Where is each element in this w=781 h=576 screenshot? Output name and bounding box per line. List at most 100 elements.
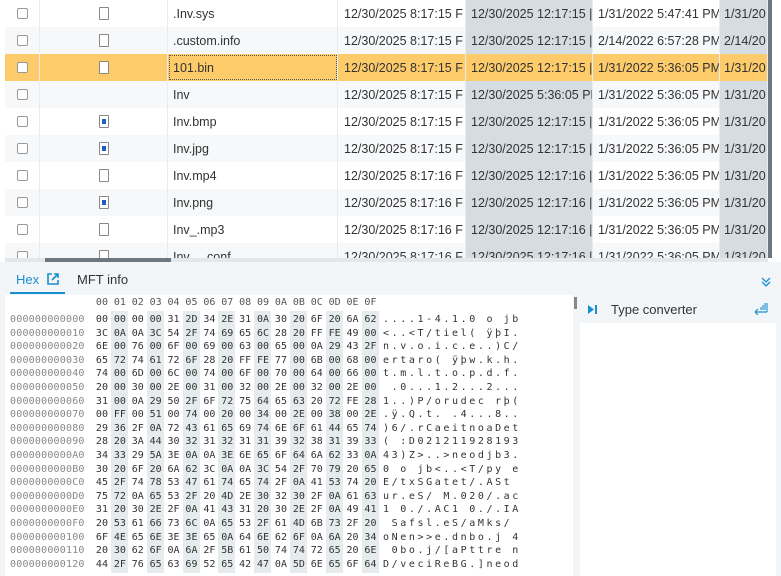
- hex-byte[interactable]: 53: [326, 476, 344, 490]
- hex-byte[interactable]: 61: [200, 476, 218, 490]
- hex-byte[interactable]: 20: [147, 463, 165, 477]
- hex-byte[interactable]: 00: [129, 408, 147, 422]
- hex-byte[interactable]: 75: [93, 490, 111, 504]
- hex-byte[interactable]: 6D: [129, 367, 147, 381]
- row-checkbox-cell[interactable]: [5, 81, 40, 108]
- hex-byte[interactable]: 31: [165, 313, 183, 327]
- hex-row[interactable]: 000000000120 44 2F 76 65 63 69 52 65 42 47 0A 5D 6E 65…: [5, 558, 565, 572]
- hex-byte[interactable]: 00: [326, 381, 344, 395]
- hex-byte[interactable]: 3E: [183, 531, 201, 545]
- hex-row[interactable]: 000000000020 6E 00 76 00 6F 00 69 00 63 00 65 00 0A 29…: [5, 340, 565, 354]
- hex-byte[interactable]: 72: [308, 544, 326, 558]
- hex-byte[interactable]: 00: [290, 367, 308, 381]
- hex-byte[interactable]: 33: [344, 449, 362, 463]
- play-step-icon[interactable]: [588, 304, 597, 314]
- hex-byte[interactable]: 61: [236, 544, 254, 558]
- hex-byte[interactable]: 38: [326, 408, 344, 422]
- hex-byte[interactable]: 72: [111, 354, 129, 368]
- hex-byte[interactable]: 30: [129, 503, 147, 517]
- hex-ascii[interactable]: oNen>>e.dnbo.j 4: [383, 531, 521, 545]
- hex-byte[interactable]: 62: [183, 463, 201, 477]
- hex-byte[interactable]: 34: [93, 449, 111, 463]
- hex-byte[interactable]: 3E: [165, 531, 183, 545]
- hex-row[interactable]: 0000000000D0 75 72 0A 65 53 2F 20 4D 2E 30 32 30 2F 0A…: [5, 490, 565, 504]
- hex-byte[interactable]: 0A: [308, 340, 326, 354]
- hex-byte[interactable]: 29: [129, 449, 147, 463]
- vertical-scrollbar[interactable]: [768, 0, 772, 258]
- hex-row[interactable]: 000000000060 31 00 0A 29 50 2F 6F 72 75 64 65 63 20 72…: [5, 395, 565, 409]
- hex-byte[interactable]: 00: [362, 327, 380, 341]
- hex-byte[interactable]: 74: [183, 408, 201, 422]
- hex-viewer[interactable]: 00 01 02 03 04 05 06 07 08 09 0A 0B 0C 0D 0E 0F 00000000…: [5, 295, 573, 576]
- hex-byte[interactable]: 6B: [308, 517, 326, 531]
- hex-byte[interactable]: 70: [308, 463, 326, 477]
- hex-byte[interactable]: 2E: [165, 381, 183, 395]
- hex-byte[interactable]: 0A: [362, 449, 380, 463]
- hex-byte[interactable]: 49: [344, 503, 362, 517]
- hex-byte[interactable]: 2E: [362, 408, 380, 422]
- hex-byte[interactable]: 00: [362, 367, 380, 381]
- hex-byte[interactable]: 2F: [165, 503, 183, 517]
- row-checkbox[interactable]: [16, 143, 28, 154]
- hex-byte[interactable]: 0A: [308, 531, 326, 545]
- hex-byte[interactable]: 3C: [200, 463, 218, 477]
- hex-byte[interactable]: 5A: [147, 449, 165, 463]
- hex-byte[interactable]: 51: [147, 408, 165, 422]
- hex-byte[interactable]: 31: [200, 381, 218, 395]
- hex-ascii[interactable]: 43)Z>..>neodjb3.: [383, 449, 521, 463]
- hex-byte[interactable]: 00: [272, 408, 290, 422]
- hex-byte[interactable]: 49: [344, 327, 362, 341]
- hex-ascii[interactable]: t.m.l.t.o.p.d.f.: [383, 367, 521, 381]
- hex-row[interactable]: 000000000010 3C 0A 0A 3C 54 2F 74 69 65 6C 28 20 FF FE…: [5, 327, 565, 341]
- name-cell[interactable]: Inv.png: [168, 189, 338, 216]
- hex-byte[interactable]: 2F: [111, 558, 129, 572]
- hex-byte[interactable]: 2F: [200, 544, 218, 558]
- hex-byte[interactable]: 73: [165, 517, 183, 531]
- table-row[interactable]: Inv.bmp 12/30/2025 8:17:15 F 12/30/2025 …: [5, 108, 768, 135]
- hex-byte[interactable]: 0A: [200, 449, 218, 463]
- hex-byte[interactable]: 2F: [290, 463, 308, 477]
- hex-byte[interactable]: 63: [165, 558, 183, 572]
- hex-byte[interactable]: 6A: [344, 313, 362, 327]
- hex-byte[interactable]: 62: [129, 544, 147, 558]
- hex-row[interactable]: 000000000080 29 36 2F 0A 72 43 61 65 69 74 6E 6F 61 44…: [5, 422, 565, 436]
- row-checkbox-cell[interactable]: [5, 135, 40, 162]
- hex-byte[interactable]: 6F: [183, 354, 201, 368]
- hex-byte[interactable]: 65: [218, 517, 236, 531]
- hex-byte[interactable]: 63: [362, 490, 380, 504]
- hex-byte[interactable]: 00: [326, 367, 344, 381]
- hex-byte[interactable]: 53: [165, 490, 183, 504]
- hex-byte[interactable]: 6E: [236, 449, 254, 463]
- hex-byte[interactable]: 34: [362, 531, 380, 545]
- hex-byte[interactable]: 00: [111, 395, 129, 409]
- hex-byte[interactable]: 64: [308, 367, 326, 381]
- hex-byte[interactable]: FE: [326, 327, 344, 341]
- hex-byte[interactable]: 63: [290, 395, 308, 409]
- hex-byte[interactable]: 2F: [308, 490, 326, 504]
- hex-byte[interactable]: 64: [254, 395, 272, 409]
- hex-byte[interactable]: 69: [236, 422, 254, 436]
- hex-byte[interactable]: FE: [344, 395, 362, 409]
- name-cell[interactable]: Inv.mp4: [168, 162, 338, 189]
- hex-byte[interactable]: 74: [200, 367, 218, 381]
- hex-byte[interactable]: 61: [344, 490, 362, 504]
- hex-byte[interactable]: 20: [200, 490, 218, 504]
- hex-byte[interactable]: 0A: [236, 463, 254, 477]
- hex-row[interactable]: 0000000000B0 30 20 6F 20 6A 62 3C 0A 0A 3C 54 2F 70 79…: [5, 463, 565, 477]
- hex-byte[interactable]: 00: [290, 381, 308, 395]
- hex-byte[interactable]: 72: [165, 354, 183, 368]
- hex-byte[interactable]: 0A: [129, 395, 147, 409]
- hex-byte[interactable]: 72: [165, 422, 183, 436]
- hex-byte[interactable]: 79: [326, 463, 344, 477]
- name-cell[interactable]: Inv.bmp: [168, 108, 338, 135]
- hex-byte[interactable]: 00: [111, 381, 129, 395]
- hex-byte[interactable]: 41: [200, 503, 218, 517]
- hex-byte[interactable]: 20: [344, 544, 362, 558]
- hex-byte[interactable]: 74: [362, 422, 380, 436]
- hex-byte[interactable]: 6F: [290, 422, 308, 436]
- hex-byte[interactable]: 0A: [147, 422, 165, 436]
- hex-byte[interactable]: 6F: [200, 395, 218, 409]
- hex-byte[interactable]: 28: [200, 354, 218, 368]
- row-checkbox-cell[interactable]: [5, 27, 40, 54]
- hex-byte[interactable]: 0A: [254, 313, 272, 327]
